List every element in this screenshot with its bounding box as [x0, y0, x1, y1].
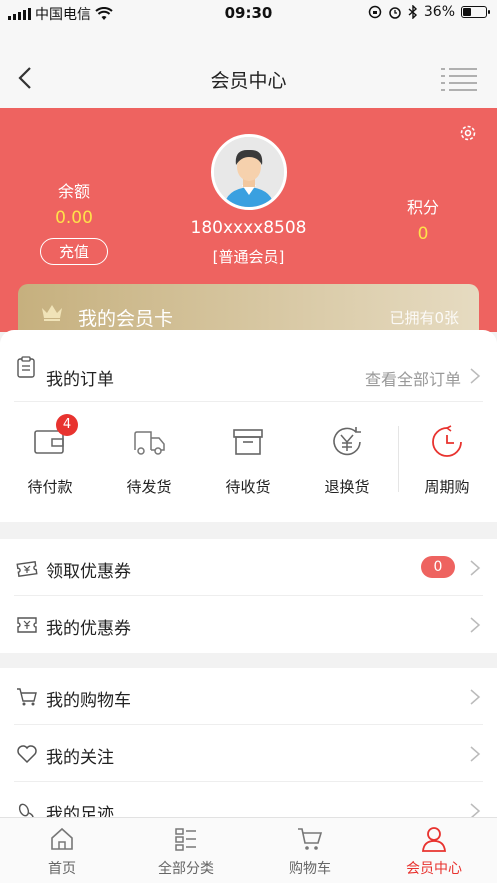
heart-icon: [17, 745, 37, 764]
order-returns[interactable]: 退换货: [302, 416, 392, 497]
settings-gear-icon[interactable]: [459, 124, 477, 142]
tab-label: 全部分类: [158, 861, 214, 877]
tab-cart[interactable]: 购物车: [248, 818, 372, 883]
order-status-label: 周期购: [424, 478, 470, 496]
chevron-right-icon: [470, 746, 481, 762]
cart-icon: [17, 688, 37, 706]
category-list-icon: [175, 828, 196, 851]
order-divider: [398, 426, 399, 492]
my-cart-label: 我的购物车: [46, 691, 131, 711]
coupon-claim-icon: [16, 561, 38, 577]
tab-label: 购物车: [289, 861, 331, 877]
order-pending-shipment[interactable]: 待发货: [104, 416, 194, 497]
my-coupons-item[interactable]: 我的优惠券: [14, 596, 483, 653]
member-card-owned: 已拥有0张: [389, 309, 459, 327]
coupons-panel: 领取优惠券 0 我的优惠券: [0, 539, 497, 653]
order-status-label: 退换货: [324, 478, 370, 496]
misc-panel: 我的购物车 我的关注 我的足迹: [0, 668, 497, 825]
alarm-icon: [389, 7, 401, 19]
view-all-orders-link[interactable]: 查看全部订单: [365, 366, 461, 390]
claim-coupons-label: 领取优惠券: [46, 562, 131, 582]
order-status-row: 4 待付款 待发货 待收货 退换货 周期购: [0, 414, 497, 516]
balance-label: 余额: [57, 182, 90, 201]
my-coupons-label: 我的优惠券: [46, 619, 131, 639]
battery-fill: [463, 8, 471, 16]
tab-label: 首页: [48, 861, 76, 877]
points-label: 积分: [406, 198, 439, 217]
coupon-count-badge: 0: [421, 556, 455, 578]
bluetooth-icon: [408, 5, 417, 19]
tab-home[interactable]: 首页: [0, 818, 124, 883]
order-subscription[interactable]: 周期购: [402, 416, 492, 497]
clock-cycle-icon: [432, 425, 462, 457]
orders-header[interactable]: 我的订单 查看全部订单: [14, 330, 483, 402]
orders-title: 我的订单: [46, 370, 114, 390]
order-status-label: 待发货: [126, 478, 172, 496]
nav-bar: 会员中心: [0, 26, 497, 108]
crown-icon: [42, 305, 62, 321]
order-status-label: 待收货: [225, 478, 271, 496]
battery-icon: [461, 6, 490, 18]
user-avatar-icon: [214, 137, 284, 207]
status-bar: 中国电信 09:30 36%: [0, 0, 497, 26]
member-level: [普通会员]: [212, 248, 285, 266]
claim-coupons-item[interactable]: 领取优惠券 0: [14, 539, 483, 596]
page-title: 会员中心: [210, 70, 287, 92]
points-value: 0: [417, 224, 429, 244]
cart-icon: [298, 828, 323, 850]
order-status-label: 待付款: [27, 478, 73, 496]
tab-member-center[interactable]: 会员中心: [372, 818, 496, 883]
my-cart-item[interactable]: 我的购物车: [14, 668, 483, 725]
status-right: 36%: [368, 4, 490, 20]
member-card-title: 我的会员卡: [78, 308, 174, 330]
battery-percent: 36%: [423, 4, 455, 20]
chevron-right-icon: [470, 617, 481, 633]
order-list-icon: [17, 356, 35, 378]
menu-icon[interactable]: [441, 68, 477, 92]
avatar[interactable]: [211, 134, 287, 210]
yen-refresh-icon: [333, 427, 361, 456]
orders-panel: 我的订单 查看全部订单 4 待付款 待发货 待收货 退换货 周期购: [0, 330, 497, 522]
chevron-right-icon: [470, 560, 481, 576]
chevron-right-icon: [470, 689, 481, 705]
home-icon: [51, 827, 73, 850]
my-follows-item[interactable]: 我的关注: [14, 725, 483, 782]
tab-categories[interactable]: 全部分类: [124, 818, 248, 883]
coupon-icon: [17, 617, 37, 633]
order-pending-payment[interactable]: 4 待付款: [5, 414, 95, 497]
order-pending-receipt[interactable]: 待收货: [203, 416, 293, 497]
box-icon: [233, 429, 263, 455]
truck-icon: [134, 431, 165, 455]
tab-label: 会员中心: [406, 861, 462, 877]
user-icon: [422, 827, 446, 852]
chevron-right-icon: [470, 368, 481, 384]
my-follows-label: 我的关注: [46, 748, 114, 768]
points-block: 积分 0: [388, 194, 458, 244]
pending-payment-badge: 4: [56, 414, 78, 436]
tab-bar: 首页 全部分类 购物车 会员中心: [0, 817, 497, 883]
orientation-lock-icon: [368, 5, 382, 19]
